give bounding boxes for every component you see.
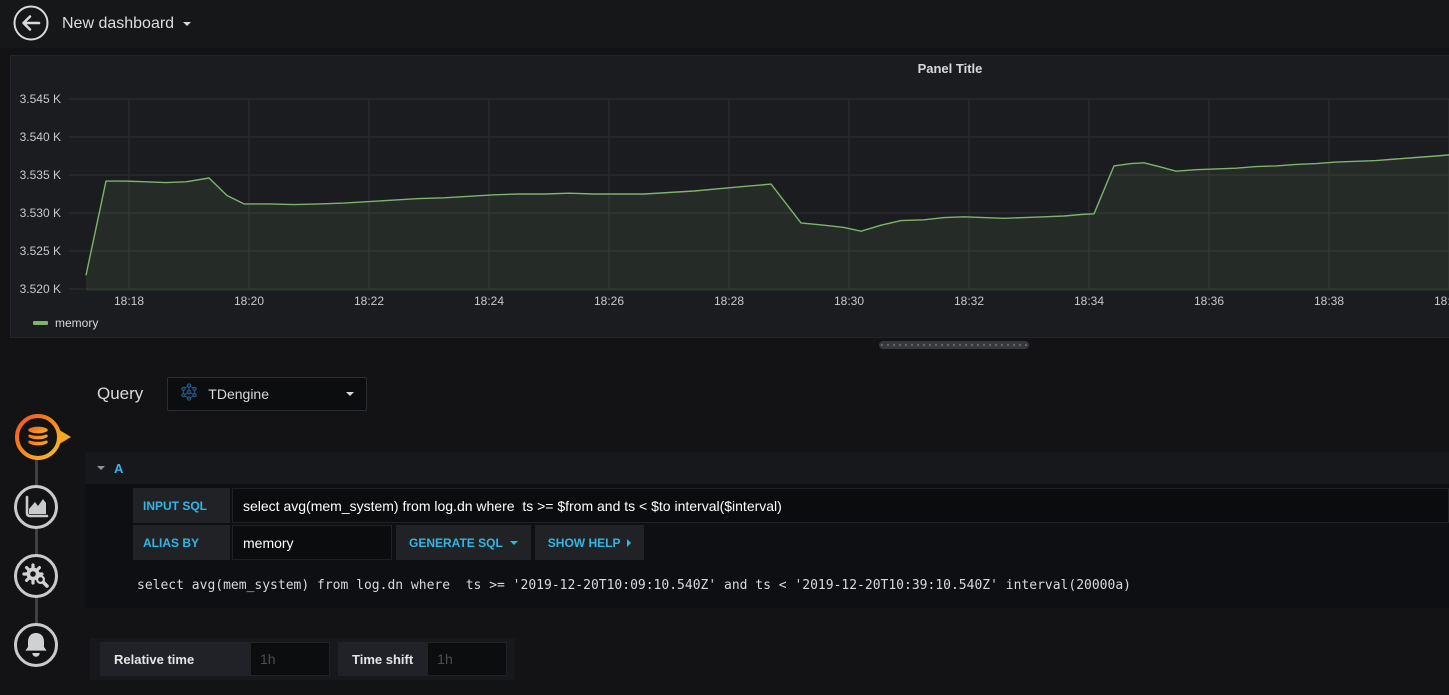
legend-label[interactable]: memory — [55, 316, 98, 330]
graph-panel: Panel Title 3.545 K 3.540 K 3.535 K 3.530 K… — [10, 55, 1449, 338]
svg-text:18:24: 18:24 — [474, 294, 504, 308]
chevron-down-icon — [183, 22, 192, 26]
svg-text:18:32: 18:32 — [954, 294, 984, 308]
query-editor-block: A INPUT SQL ALIAS BY GENERATE SQL SHOW H… — [85, 452, 1449, 608]
input-sql-row: INPUT SQL — [133, 488, 1449, 523]
svg-text:3.525 K: 3.525 K — [20, 244, 61, 258]
chart-icon — [12, 485, 60, 534]
dashboard-title-text: New dashboard — [62, 15, 175, 32]
input-sql-field[interactable] — [232, 488, 1449, 523]
alias-by-label: ALIAS BY — [133, 525, 230, 560]
svg-text:18:34: 18:34 — [1074, 294, 1104, 308]
timeseries-chart[interactable]: 3.545 K 3.540 K 3.535 K 3.530 K 3.525 K 3.520… — [11, 86, 1449, 318]
bell-icon — [12, 623, 60, 672]
svg-text:18:20: 18:20 — [234, 294, 264, 308]
query-ref-row[interactable]: A — [85, 452, 1449, 484]
input-sql-label: INPUT SQL — [133, 488, 230, 523]
svg-text:18:40: 18:40 — [1434, 294, 1449, 308]
svg-text:18:26: 18:26 — [594, 294, 624, 308]
generated-sql-text: select avg(mem_system) from log.dn where… — [137, 578, 1131, 593]
tdengine-logo-icon — [180, 382, 198, 406]
collapse-caret-icon — [97, 466, 105, 470]
alias-by-row: ALIAS BY GENERATE SQL SHOW HELP — [133, 525, 1449, 560]
dashboard-title[interactable]: New dashboard — [62, 15, 192, 33]
svg-text:18:22: 18:22 — [354, 294, 384, 308]
sidebar-tab-alert[interactable] — [12, 621, 60, 672]
svg-text:3.540 K: 3.540 K — [20, 130, 61, 144]
svg-text:3.535 K: 3.535 K — [20, 168, 61, 182]
arrow-left-icon — [12, 4, 50, 45]
panel-resize-handle[interactable] — [879, 341, 1029, 349]
sidebar-tab-general[interactable] — [12, 552, 60, 603]
svg-text:3.545 K: 3.545 K — [20, 92, 61, 106]
time-shift-input[interactable] — [427, 642, 508, 676]
sidebar-tab-queries[interactable] — [12, 411, 76, 466]
svg-text:18:28: 18:28 — [714, 294, 744, 308]
legend-color-swatch — [33, 321, 48, 325]
generate-sql-button[interactable]: GENERATE SQL — [396, 525, 531, 560]
top-navbar: New dashboard — [0, 0, 1449, 48]
relative-time-input[interactable] — [250, 642, 330, 676]
alias-by-field[interactable] — [232, 525, 392, 560]
query-section-title: Query — [97, 384, 144, 403]
sidebar-tab-visualization[interactable] — [12, 483, 60, 534]
query-section-header: Query TDengine — [97, 377, 368, 411]
svg-text:3.530 K: 3.530 K — [20, 206, 61, 220]
chevron-right-icon — [627, 538, 632, 547]
generate-sql-label: GENERATE SQL — [409, 535, 503, 550]
svg-text:18:30: 18:30 — [834, 294, 864, 308]
datasource-name: TDengine — [208, 386, 269, 402]
time-shift-label: Time shift — [338, 642, 428, 676]
svg-text:18:18: 18:18 — [114, 294, 144, 308]
chevron-down-icon — [346, 392, 355, 396]
show-help-button[interactable]: SHOW HELP — [534, 525, 645, 560]
gear-icon — [12, 554, 60, 603]
time-options-row: Relative time Time shift — [90, 638, 516, 680]
relative-time-label: Relative time — [100, 642, 250, 676]
svg-text:18:38: 18:38 — [1314, 294, 1344, 308]
svg-text:3.520 K: 3.520 K — [20, 282, 61, 296]
database-icon — [12, 414, 76, 466]
panel-title[interactable]: Panel Title — [11, 56, 1449, 76]
show-help-label: SHOW HELP — [547, 535, 621, 550]
back-button[interactable] — [12, 5, 50, 43]
chart-legend: memory — [33, 316, 98, 330]
svg-text:18:36: 18:36 — [1194, 294, 1224, 308]
datasource-picker[interactable]: TDengine — [167, 377, 368, 411]
query-ref-id: A — [114, 460, 124, 476]
sidebar-connector — [35, 437, 38, 645]
chevron-down-icon — [509, 540, 518, 545]
